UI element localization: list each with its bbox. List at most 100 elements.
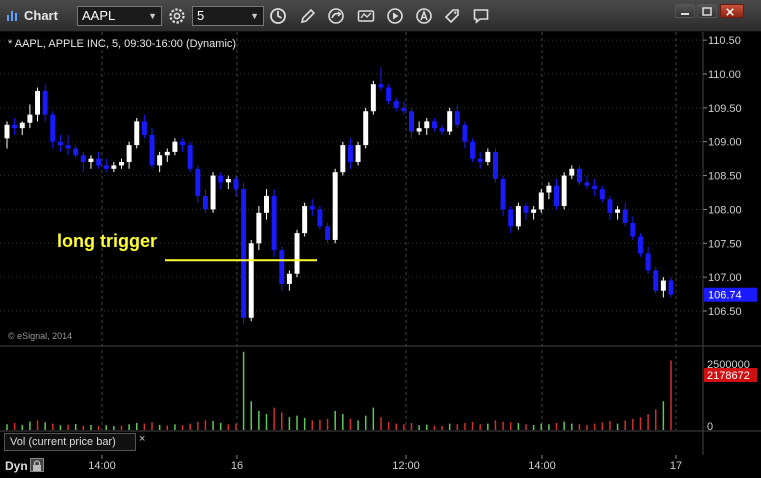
candle-body bbox=[599, 189, 605, 200]
price-tick-label: 106.50 bbox=[708, 306, 742, 318]
candle-body bbox=[149, 134, 155, 166]
candle-body bbox=[126, 145, 132, 163]
candle-body bbox=[111, 165, 117, 169]
candle-body bbox=[370, 84, 376, 112]
volume-study-label[interactable]: Vol (current price bar) bbox=[4, 433, 136, 451]
candle-body bbox=[500, 178, 506, 210]
candle-body bbox=[393, 101, 399, 108]
candle-body bbox=[294, 233, 300, 274]
candle-body bbox=[401, 107, 407, 112]
candle-body bbox=[119, 162, 124, 166]
candle-body bbox=[462, 124, 468, 142]
current-price-label: 106.74 bbox=[708, 290, 742, 302]
candle-body bbox=[202, 195, 208, 210]
candle-body bbox=[88, 158, 94, 163]
candle-body bbox=[386, 87, 392, 102]
candle-body bbox=[42, 90, 48, 115]
candle-body bbox=[645, 253, 651, 271]
candle-body bbox=[447, 111, 453, 132]
candle-body bbox=[378, 84, 384, 88]
current-volume-label: 2178672 bbox=[707, 370, 750, 382]
time-tick-label: 17 bbox=[670, 460, 682, 472]
candle-body bbox=[584, 182, 590, 186]
candle-body bbox=[470, 141, 476, 159]
price-tick-label: 110.50 bbox=[708, 35, 741, 47]
close-study-icon[interactable]: × bbox=[139, 433, 145, 445]
candle-body bbox=[592, 185, 598, 190]
candle-body bbox=[317, 209, 323, 227]
candle-body bbox=[180, 141, 186, 146]
candle-body bbox=[57, 141, 63, 146]
candle-body bbox=[546, 185, 552, 193]
candle-body bbox=[531, 209, 537, 213]
price-tick-label: 107.50 bbox=[708, 238, 742, 250]
candle-body bbox=[279, 250, 285, 284]
candle-body bbox=[4, 124, 10, 139]
candle-body bbox=[431, 121, 437, 129]
candle-body bbox=[363, 111, 369, 146]
time-tick-label: 14:00 bbox=[528, 460, 556, 472]
price-tick-label: 108.50 bbox=[708, 171, 742, 183]
candle-body bbox=[615, 209, 621, 213]
candle-body bbox=[241, 189, 247, 318]
price-panel bbox=[0, 32, 703, 345]
candle-body bbox=[103, 165, 109, 169]
copyright-label: © eSignal, 2014 bbox=[8, 331, 73, 341]
candle-body bbox=[141, 121, 147, 135]
candle-body bbox=[439, 128, 445, 132]
candle-body bbox=[523, 206, 529, 213]
price-tick-label: 108.00 bbox=[708, 204, 742, 216]
candle-body bbox=[492, 151, 498, 179]
price-tick-label: 110.00 bbox=[708, 69, 741, 81]
candle-body bbox=[233, 178, 239, 190]
candle-body bbox=[12, 124, 18, 129]
price-tick-label: 107.00 bbox=[708, 272, 742, 284]
candle-body bbox=[637, 236, 643, 254]
candle-body bbox=[157, 155, 163, 166]
candle-body bbox=[569, 168, 575, 176]
candle-body bbox=[355, 145, 361, 163]
candle-body bbox=[65, 145, 71, 149]
candle-body bbox=[347, 145, 353, 163]
price-tick-label: 109.50 bbox=[708, 103, 742, 115]
candle-body bbox=[286, 273, 292, 284]
candle-body bbox=[409, 111, 414, 132]
time-tick-label: 14:00 bbox=[88, 460, 116, 472]
volume-series bbox=[6, 351, 672, 430]
candle-body bbox=[630, 222, 636, 237]
candle-body bbox=[554, 185, 559, 207]
candle-body bbox=[454, 111, 460, 125]
candle-body bbox=[622, 209, 628, 223]
volume-scale-zero: 0 bbox=[707, 421, 713, 433]
candle-body bbox=[660, 280, 666, 291]
time-tick-label: 16 bbox=[231, 460, 243, 472]
dynamic-mode-label[interactable]: Dyn bbox=[5, 459, 28, 473]
candle-body bbox=[332, 172, 338, 240]
candle-body bbox=[19, 122, 25, 129]
candle-body bbox=[248, 243, 254, 318]
candle-body bbox=[561, 175, 567, 207]
candle-body bbox=[340, 145, 346, 173]
candle-body bbox=[164, 151, 170, 156]
long-trigger-annotation[interactable]: long trigger bbox=[57, 231, 157, 252]
candle-body bbox=[80, 155, 86, 163]
candle-body bbox=[195, 168, 201, 196]
candle-body bbox=[485, 151, 491, 163]
candle-body bbox=[508, 209, 514, 227]
candle-body bbox=[607, 199, 613, 213]
candle-body bbox=[477, 158, 483, 163]
candle-body bbox=[50, 114, 56, 142]
candle-body bbox=[325, 226, 331, 240]
candle-body bbox=[210, 175, 216, 210]
candle-body bbox=[225, 178, 231, 183]
candle-body bbox=[35, 90, 41, 115]
candle-body bbox=[218, 175, 224, 183]
price-tick-label: 109.00 bbox=[708, 137, 742, 149]
candle-body bbox=[653, 270, 659, 291]
candle-body bbox=[416, 128, 422, 132]
candle-body bbox=[302, 206, 308, 234]
candle-body bbox=[134, 121, 140, 146]
time-tick-label: 12:00 bbox=[392, 460, 420, 472]
candle-body bbox=[309, 206, 315, 210]
lock-icon[interactable] bbox=[30, 458, 44, 472]
